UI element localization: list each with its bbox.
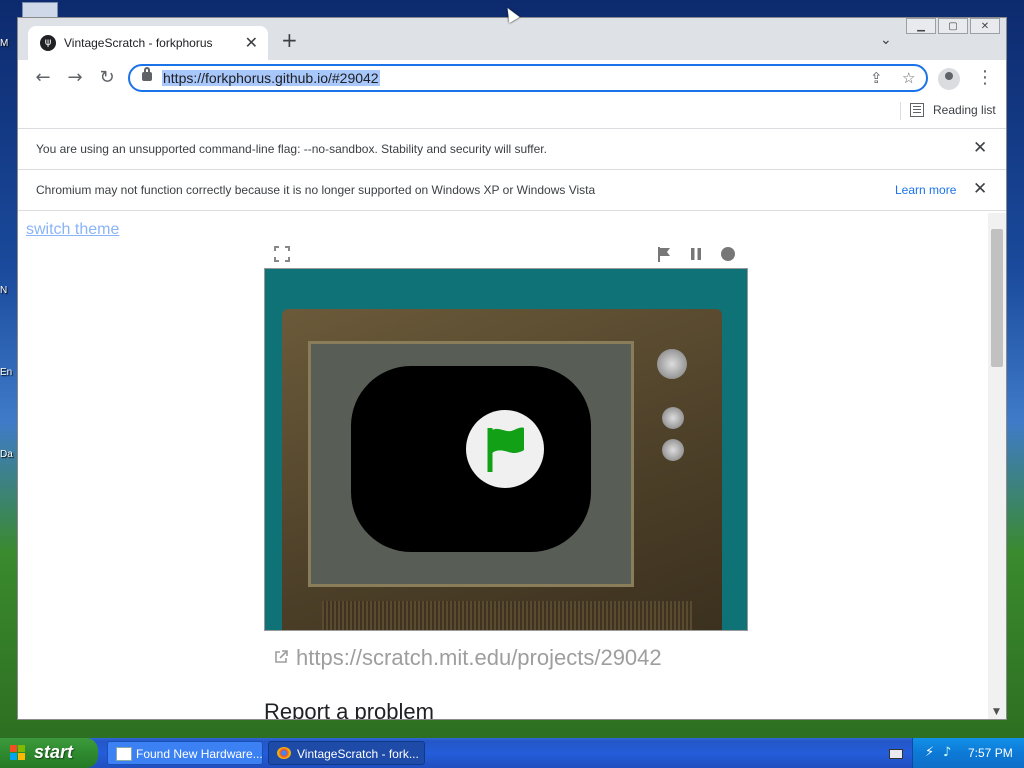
browser-window: ψ VintageScratch - forkphorus ✕ + ⌄ ▁ ▢ …	[17, 17, 1007, 720]
hardware-window-icon	[116, 747, 132, 761]
reading-list-icon[interactable]	[910, 103, 924, 117]
browser-toolbar: ← → ↻ https://forkphorus.github.io/#2904…	[18, 60, 1006, 96]
minimize-button[interactable]: ▁	[906, 18, 936, 34]
speaker-icon[interactable]: ♪	[943, 745, 951, 760]
desktop-icon-label: En	[0, 367, 13, 378]
chromium-icon	[277, 747, 291, 759]
infobar-message: You are using an unsupported command-lin…	[36, 142, 547, 156]
pause-icon[interactable]	[687, 245, 705, 263]
tab-search-chevron-icon[interactable]: ⌄	[880, 32, 892, 48]
project-stage[interactable]	[264, 268, 748, 631]
system-tray: ⚡ ♪ 7:57 PM	[912, 738, 1024, 768]
keyboard-language-icon[interactable]	[889, 749, 903, 759]
green-flag-icon[interactable]	[655, 245, 673, 263]
taskbar-item-vintagescratch[interactable]: VintageScratch - fork...	[268, 741, 425, 765]
maximize-button[interactable]: ▢	[938, 18, 968, 34]
network-icon[interactable]: ⚡	[925, 745, 934, 760]
window-controls: ▁ ▢ ✕	[906, 18, 1000, 34]
tab-vintagescratch[interactable]: ψ VintageScratch - forkphorus ✕	[28, 26, 268, 60]
more-menu-icon[interactable]: ⋮	[976, 67, 994, 88]
fullscreen-icon[interactable]	[273, 245, 291, 263]
start-button[interactable]: start	[0, 738, 98, 768]
tab-strip: ψ VintageScratch - forkphorus ✕ + ⌄ ▁ ▢ …	[18, 18, 1006, 60]
windows-logo-icon	[10, 745, 25, 760]
tv-knob	[662, 407, 684, 429]
infobar-unsupported-os: Chromium may not function correctly beca…	[18, 170, 1006, 211]
external-link-icon	[275, 650, 288, 663]
divider	[900, 102, 901, 120]
desktop-icon-label: M	[0, 38, 9, 49]
learn-more-link[interactable]: Learn more	[895, 183, 956, 197]
taskbar-item-found-new-hardware[interactable]: Found New Hardware...	[107, 741, 263, 765]
reading-list-button[interactable]: Reading list	[933, 103, 996, 117]
close-window-button[interactable]: ✕	[970, 18, 1000, 34]
clock[interactable]: 7:57 PM	[968, 746, 1013, 760]
start-label: start	[34, 742, 74, 762]
vertical-scrollbar[interactable]: ▼	[988, 213, 1006, 719]
tv-knob	[657, 349, 687, 379]
start-flag-button[interactable]	[466, 410, 544, 488]
report-problem-heading: Report a problem	[264, 699, 434, 719]
taskbar: start Found New Hardware... VintageScrat…	[0, 738, 1024, 768]
green-flag-icon	[487, 427, 524, 472]
scroll-down-arrow-icon[interactable]: ▼	[993, 707, 1000, 717]
star-bookmark-icon[interactable]: ☆	[902, 69, 915, 87]
infobar-message: Chromium may not function correctly beca…	[36, 183, 596, 197]
stop-icon[interactable]	[719, 245, 737, 263]
address-bar[interactable]: https://forkphorus.github.io/#29042 ⇪ ☆	[128, 64, 928, 92]
back-arrow-icon[interactable]: ←	[32, 67, 54, 89]
reload-icon[interactable]: ↻	[96, 67, 118, 89]
share-icon[interactable]: ⇪	[870, 69, 883, 87]
profile-avatar-icon[interactable]	[938, 68, 960, 90]
taskbar-item-label: VintageScratch - fork...	[297, 747, 419, 761]
scratch-project-link[interactable]: https://scratch.mit.edu/projects/29042	[296, 645, 662, 671]
bookmarks-bar: Reading list	[18, 96, 1006, 129]
taskbar-item-label: Found New Hardware...	[136, 747, 263, 761]
forward-arrow-icon[interactable]: →	[64, 67, 86, 89]
new-tab-button[interactable]: +	[281, 30, 298, 50]
tv-knob	[662, 439, 684, 461]
desktop-icon-label: N	[0, 285, 8, 296]
tab-title: VintageScratch - forkphorus	[64, 36, 213, 50]
tv-speaker-grille	[322, 601, 692, 630]
close-tab-icon[interactable]: ✕	[245, 33, 258, 52]
scrollbar-thumb[interactable]	[991, 229, 1003, 367]
desktop-icon-label: Da	[0, 449, 13, 460]
page-content: switch theme https://scratch.mit.edu/pro…	[18, 213, 988, 719]
close-icon[interactable]: ✕	[973, 138, 987, 158]
close-icon[interactable]: ✕	[973, 179, 987, 199]
infobar-sandbox-warning: You are using an unsupported command-lin…	[18, 129, 1006, 170]
switch-theme-link[interactable]: switch theme	[26, 221, 119, 239]
lock-icon	[142, 67, 152, 81]
forkphorus-icon: ψ	[40, 35, 56, 51]
url-text[interactable]: https://forkphorus.github.io/#29042	[162, 70, 380, 86]
